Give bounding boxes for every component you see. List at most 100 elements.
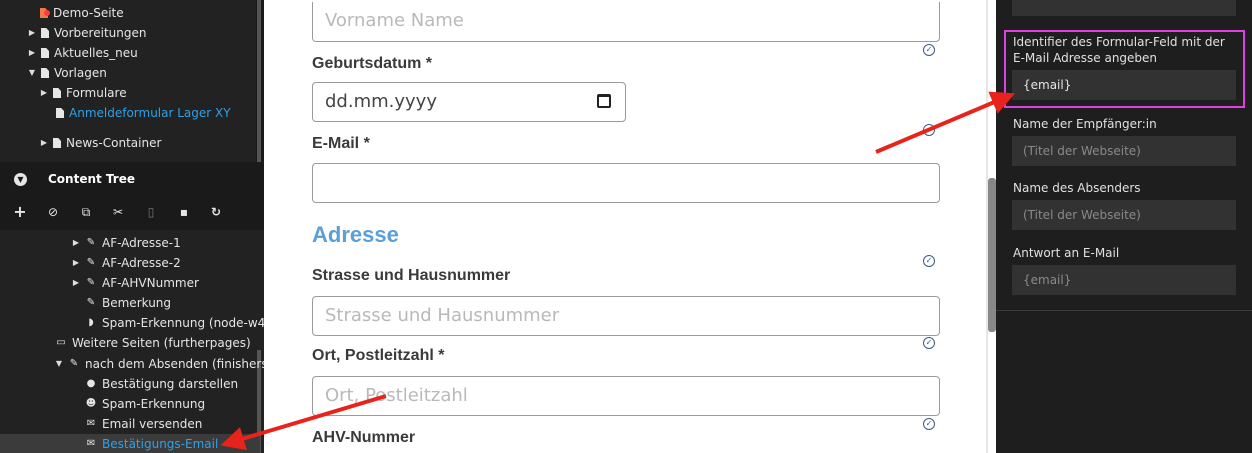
birthdate-input[interactable]: dd.mm.yyyy [312,82,626,122]
section-title-address: Adresse [312,222,399,247]
copy-icon[interactable]: ⧉ [78,204,94,220]
check-circle-icon: ✓ [923,418,935,430]
delete-icon[interactable]: ▪ [176,204,192,220]
content-node-bestaetigung-darstellen[interactable]: ● Bestätigung darstellen [85,374,239,394]
caret-down-icon[interactable]: ▼ [28,63,36,83]
tree-node-label: Bemerkung [102,296,172,310]
caret-right-icon[interactable]: ▶ [72,273,80,293]
name-input[interactable]: Vorname Name [312,2,940,42]
email-input[interactable] [312,163,940,203]
tree-node-aktuelles-neu[interactable]: ▶ Aktuelles_neu [28,43,138,63]
city-placeholder: Ort, Postleitzahl [325,385,468,406]
tree-node-label: Weitere Seiten (furtherpages) [72,336,251,350]
document-tree-scrollbar[interactable] [257,0,261,162]
sender-name-placeholder: (Titel der Webseite) [1023,208,1141,222]
content-node-email-versenden[interactable]: ✉ Email versenden [85,414,203,434]
edit-icon: ✎ [86,257,96,268]
sender-name-input[interactable]: (Titel der Webseite) [1012,200,1236,230]
birthdate-label: Geburtsdatum * [312,55,433,72]
check-circle-icon: ✓ [923,255,935,267]
chevron-down-circle-icon[interactable]: ▼ [14,173,27,186]
street-label: Strasse und Hausnummer [312,267,511,284]
caret-right-icon[interactable]: ▶ [40,83,48,103]
content-node-bemerkung[interactable]: ✎ Bemerkung [85,293,171,313]
preview-scrollbar[interactable] [988,178,996,332]
content-node-spam-erkennung-node[interactable]: ◗ Spam-Erkennung (node-w43 [85,313,264,333]
street-input[interactable]: Strasse und Hausnummer [312,296,940,336]
refresh-icon[interactable]: ↻ [208,204,224,220]
caret-right-icon[interactable]: ▶ [72,233,80,253]
birthdate-placeholder: dd.mm.yyyy [325,91,437,112]
content-tree-header[interactable]: ▼ Content Tree [0,166,264,194]
tree-node-label: Bestätigung darstellen [102,377,239,391]
tree-node-anmeldeformular[interactable]: Anmeldeformular Lager XY [56,103,231,123]
edit-icon: ✎ [86,297,96,308]
inspector-input-top[interactable] [1012,0,1236,16]
tree-node-news-container[interactable]: ▶ News-Container [40,133,161,153]
page-icon [41,28,49,38]
content-node-spam-erkennung[interactable]: ☻ Spam-Erkennung [85,394,205,414]
hide-icon[interactable]: ⊘ [45,204,61,220]
email-label: E-Mail * [312,135,370,152]
tree-node-label: AF-Adresse-1 [102,236,181,250]
tree-node-label: Demo-Seite [53,6,124,20]
user-icon: ☻ [85,398,97,409]
page-icon [56,108,64,118]
tree-node-label: AF-Adresse-2 [102,256,181,270]
check-circle-icon: ✓ [923,44,935,56]
add-icon[interactable]: + [12,204,28,220]
tree-node-label: Anmeldeformular Lager XY [69,106,231,120]
street-placeholder: Strasse und Hausnummer [325,305,560,326]
email-field-identifier-label: Identifier des Formular-Feld mit der E-M… [1013,35,1225,65]
caret-right-icon[interactable]: ▶ [28,43,36,63]
content-node-bestaetigungs-email[interactable]: ✉ Bestätigungs-Email [85,434,219,453]
content-node-af-ahvnummer[interactable]: ▶ ✎ AF-AHVNummer [72,273,199,293]
tree-node-label: Vorbereitungen [54,26,147,40]
comment-icon: ● [86,378,96,389]
content-tree-title: Content Tree [48,172,135,186]
page-icon [41,48,49,58]
envelope-icon: ✉ [86,418,96,429]
email-field-identifier-input[interactable]: {email} [1012,70,1236,100]
page-icon [53,138,61,148]
reply-to-label: Antwort an E-Mail [1013,246,1120,260]
tree-node-label: News-Container [66,136,162,150]
page-icon [41,68,49,78]
tree-node-vorlagen[interactable]: ▼ Vorlagen [28,63,107,83]
form-preview: Vorname Name ✓ Geburtsdatum * dd.mm.yyyy… [264,0,986,453]
recipient-name-placeholder: (Titel der Webseite) [1023,144,1141,158]
recipient-name-input[interactable]: (Titel der Webseite) [1012,136,1236,166]
calendar-icon[interactable] [597,94,611,108]
city-input[interactable]: Ort, Postleitzahl [312,376,940,416]
check-circle-icon: ✓ [923,124,935,136]
tree-node-formulare[interactable]: ▶ Formulare [40,83,127,103]
reply-to-input[interactable]: {email} [1012,265,1236,295]
inspector-divider [996,310,1252,311]
tree-node-demo-seite[interactable]: Demo-Seite [40,3,124,23]
city-label: Ort, Postleitzahl * [312,347,445,364]
content-node-finishers[interactable]: ▼ ✎ nach dem Absenden (finishers) [55,354,264,374]
ahv-label: AHV-Nummer [312,429,416,446]
tree-node-label: Bestätigungs-Email [102,437,219,451]
caret-right-icon[interactable]: ▶ [40,133,48,153]
email-field-identifier-value: {email} [1023,78,1072,92]
reply-to-placeholder: {email} [1023,273,1072,287]
content-tree-toolbar: + ⊘ ⧉ ✂ ▯ ▪ ↻ [0,198,264,226]
caret-right-icon[interactable]: ▶ [72,253,80,273]
content-node-af-adresse-1[interactable]: ▶ ✎ AF-Adresse-1 [72,233,181,253]
hidden-indicator-icon [44,10,50,16]
content-node-af-adresse-2[interactable]: ▶ ✎ AF-Adresse-2 [72,253,181,273]
caret-right-icon[interactable]: ▶ [28,23,36,43]
envelope-icon: ✉ [86,438,96,449]
tree-node-label: nach dem Absenden (finishers) [85,357,264,371]
tree-node-label: Formulare [66,86,127,100]
tree-node-label: Spam-Erkennung [102,397,206,411]
cut-icon[interactable]: ✂ [110,204,126,220]
tree-node-vorbereitungen[interactable]: ▶ Vorbereitungen [28,23,147,43]
content-node-weitere-seiten[interactable]: ▭ Weitere Seiten (furtherpages) [55,333,251,353]
caret-down-icon[interactable]: ▼ [55,354,63,374]
folder-icon: ▭ [56,337,66,348]
paste-icon[interactable]: ▯ [143,204,159,220]
tree-node-label: Aktuelles_neu [54,46,138,60]
document-tree: Demo-Seite ▶ Vorbereitungen ▶ Aktuelles_… [0,0,256,162]
